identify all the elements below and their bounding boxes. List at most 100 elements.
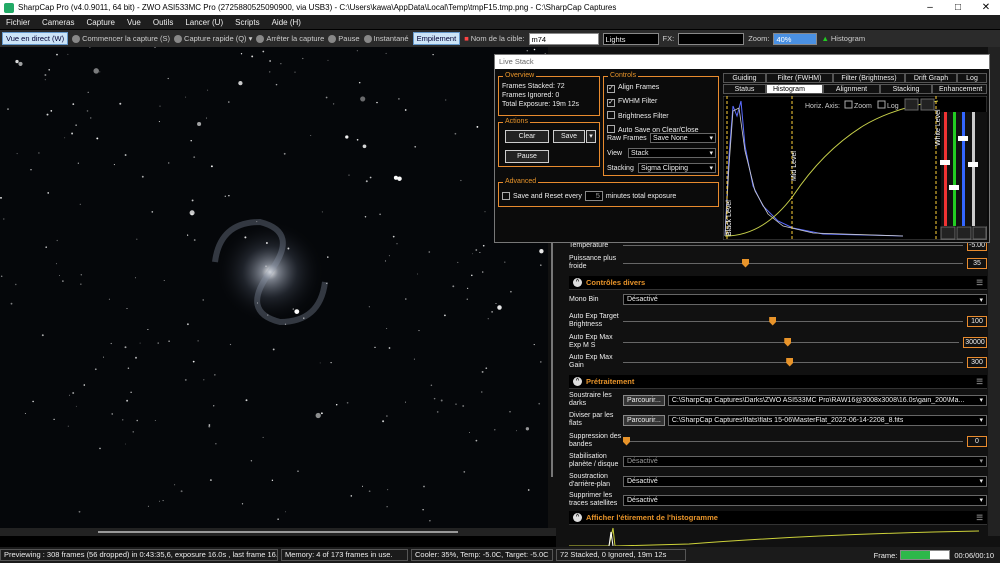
start-capture-label: Commencer la capture (S) [82,34,171,43]
banding-slider[interactable] [623,436,963,447]
background-sub-select[interactable]: Désactivé ▾ [623,475,987,487]
stacking-select[interactable]: Sigma Clipping ▾ [638,163,716,173]
banding-value[interactable]: 0 [967,435,987,447]
pause-stack-button[interactable]: Pause [505,150,549,163]
star-icon[interactable] [956,226,972,240]
ae-gain-value[interactable]: 300 [967,356,987,368]
save-reset-checkbox[interactable] [502,192,510,200]
save-dropdown-icon[interactable]: ▾ [586,130,596,143]
histogram-stretch-graph[interactable] [569,526,987,546]
maximize-icon[interactable]: □ [944,2,972,13]
align-frames-checkbox[interactable]: ✓ Align Frames [607,83,718,93]
menu-outils[interactable]: Outils [147,18,179,27]
cooler-power-thumb[interactable] [742,258,749,268]
tab-filter-brightness[interactable]: Filter (Brightness) [833,73,905,83]
stacking-button[interactable]: Empilement [412,32,461,45]
ae-gain-slider[interactable] [623,357,963,368]
hamburger-icon[interactable]: ☰ [976,278,983,287]
tab-drift-graph[interactable]: Drift Graph [905,73,957,83]
menu-lancer[interactable]: Lancer (U) [179,18,229,27]
clear-button[interactable]: Clear [505,130,549,143]
image-horizontal-scrollbar[interactable] [0,528,556,536]
live-stack-window: Live Stack Overview Frames Stacked: 72 F… [494,54,990,243]
preview-status: Previewing : 308 frames (56 dropped) in … [0,549,278,561]
toolbar: Vue en direct (W) Commencer la capture (… [0,30,1000,47]
target-name-input[interactable]: m74 [528,32,599,45]
menu-fichier[interactable]: Fichier [0,18,36,27]
pause-button[interactable]: Pause [328,34,360,43]
flats-browse-button[interactable]: Parcourir... [623,414,665,426]
view-select[interactable]: Stack ▾ [628,148,716,158]
brightness-filter-checkbox[interactable]: Brightness Filter [607,111,718,121]
preprocessing-header[interactable]: ^ Prétraitement ☰ [569,375,987,389]
banding-thumb[interactable] [623,436,630,446]
start-capture-button[interactable]: Commencer la capture (S) [72,34,170,43]
misc-controls-header[interactable]: ^ Contrôles divers ☰ [569,276,987,290]
pause-label: Pause [338,34,360,43]
frame-type-select[interactable]: Lights [602,32,659,45]
auto-stretch-icon[interactable] [904,98,919,111]
collapse-icon[interactable]: ^ [573,513,582,522]
ae-target-thumb[interactable] [769,316,777,326]
raw-frames-select[interactable]: Save None ▾ [650,133,716,143]
menu-scripts[interactable]: Scripts [229,18,265,27]
cooler-power-slider[interactable] [623,258,963,269]
tab-stacking[interactable]: Stacking [880,84,932,94]
ae-target-slider[interactable] [623,316,963,327]
tab-guiding[interactable]: Guiding [723,73,766,83]
ae-target-value[interactable]: 100 [967,315,987,327]
refresh-icon[interactable] [972,226,987,240]
snapshot-button[interactable]: Instantané [363,34,409,43]
lightning-icon[interactable] [940,226,956,240]
white-level-label: White Level [935,109,942,146]
menu-vue[interactable]: Vue [121,18,147,27]
fwhm-filter-checkbox[interactable]: ✓ FWHM Filter [607,97,718,107]
reset-stretch-icon[interactable] [920,98,935,111]
minimize-icon[interactable]: – [916,2,944,13]
satellite-select[interactable]: Désactivé ▾ [623,494,987,506]
ae-gain-thumb[interactable] [786,357,794,367]
chevron-down-icon: ▾ [979,458,983,465]
pause-icon [328,34,337,43]
menu-capture[interactable]: Capture [80,18,120,27]
ae-exp-thumb[interactable] [784,337,792,347]
close-icon[interactable]: ✕ [972,2,1000,13]
planet-stab-select[interactable]: Désactivé ▾ [623,455,987,467]
tab-status[interactable]: Status [723,84,766,94]
collapse-icon[interactable]: ^ [573,278,582,287]
stop-capture-button[interactable]: Arrêter la capture [256,34,324,43]
cooler-power-value[interactable]: 35 [967,257,987,269]
tab-enhancement[interactable]: Enhancement [932,84,987,94]
histogram-button[interactable]: ▲ Histogram [821,34,865,43]
menu-aide[interactable]: Aide (H) [266,18,307,27]
collapse-icon[interactable]: ^ [573,377,582,386]
ae-exp-slider[interactable] [623,337,959,348]
fx-select[interactable] [678,32,745,45]
tab-alignment[interactable]: Alignment [823,84,880,94]
histogram-stretch-header[interactable]: ^ Afficher l'étirement de l'histogramme … [569,511,987,525]
live-stack-histogram[interactable]: Black Level Mid Level White Level Horiz.… [723,96,987,240]
ae-exp-value[interactable]: 30000 [963,336,987,348]
quick-capture-button[interactable]: Capture rapide (Q) ▾ [174,34,252,43]
hamburger-icon[interactable]: ☰ [976,513,983,522]
menu-cameras[interactable]: Cameras [36,18,80,27]
planet-stab-value: Désactivé [627,457,658,465]
target-icon: ■ [464,34,469,43]
hamburger-icon[interactable]: ☰ [976,377,983,386]
histogram-icon: ▲ [821,34,829,43]
darks-browse-button[interactable]: Parcourir... [623,394,665,406]
mono-bin-select[interactable]: Désactivé ▾ [623,294,987,305]
live-view-button[interactable]: Vue en direct (W) [2,32,69,45]
minutes-stepper[interactable]: 5 [584,191,603,201]
tab-filter-fwhm[interactable]: Filter (FWHM) [766,73,833,83]
save-button[interactable]: Save [553,130,585,143]
zoom-select[interactable]: 40% [773,32,818,45]
tab-histogram[interactable]: Histogram [766,84,823,94]
darks-file-select[interactable]: C:\SharpCap Captures\Darks\ZWO ASI533MC … [667,394,987,406]
snapshot-label: Instantané [373,34,409,43]
rgb-level-sliders[interactable] [940,112,987,226]
sharpcap-app-icon [4,2,14,13]
flats-file-select[interactable]: C:\SharpCap Captures\flats\flats 15-06\M… [667,414,987,426]
camera-image-view[interactable] [0,47,556,536]
tab-log[interactable]: Log [957,73,987,83]
